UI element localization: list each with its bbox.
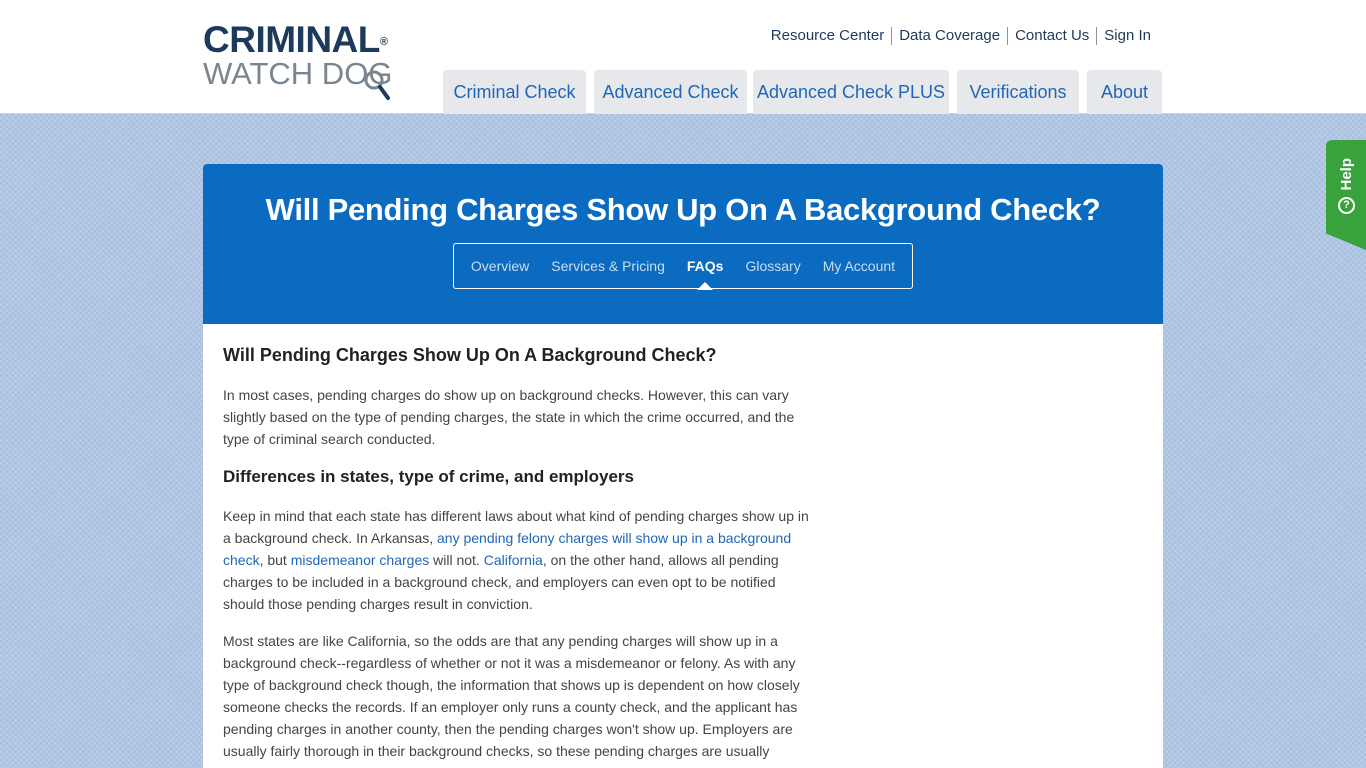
nav-tab-advanced-check-plus[interactable]: Advanced Check PLUS <box>753 70 949 114</box>
nav-tab-criminal-check[interactable]: Criminal Check <box>443 70 586 114</box>
article-heading: Will Pending Charges Show Up On A Backgr… <box>223 345 717 365</box>
question-circle-icon: ? <box>1338 197 1355 214</box>
article-paragraph-3: Most states are like California, so the … <box>223 633 800 759</box>
logo-line1-text: CRIMINAL <box>203 19 380 60</box>
help-label: Help <box>1338 158 1355 191</box>
nav-tab-about[interactable]: About <box>1087 70 1162 114</box>
misdemeanor-charges-link[interactable]: misdemeanor charges <box>291 552 430 568</box>
page-banner: Will Pending Charges Show Up On A Backgr… <box>203 164 1163 324</box>
paragraph-text: will not. <box>429 552 484 568</box>
logo[interactable]: CRIMINAL® WATCH DOG <box>203 19 415 106</box>
subnav-my-account[interactable]: My Account <box>812 258 906 274</box>
article-body: Will Pending Charges Show Up On A Backgr… <box>223 342 818 768</box>
logo-line1: CRIMINAL® <box>203 19 415 60</box>
site-header: CRIMINAL® WATCH DOG Resource Center Data… <box>0 0 1366 114</box>
utility-nav: Resource Center Data Coverage Contact Us… <box>764 26 1158 46</box>
article-intro: In most cases, pending charges do show u… <box>223 387 795 447</box>
article-paragraph-2: Keep in mind that each state has differe… <box>223 505 818 615</box>
subnav-overview[interactable]: Overview <box>460 258 540 274</box>
data-coverage-link[interactable]: Data Coverage <box>892 26 1007 46</box>
article-subheading: Differences in states, type of crime, an… <box>223 467 634 486</box>
subnav-glossary[interactable]: Glossary <box>734 258 811 274</box>
subnav-faqs[interactable]: FAQs <box>676 258 735 290</box>
magnifier-icon <box>364 70 390 100</box>
help-tab[interactable]: Help ? <box>1326 140 1366 250</box>
page-title: Will Pending Charges Show Up On A Backgr… <box>265 192 1101 227</box>
resource-center-link[interactable]: Resource Center <box>764 26 891 46</box>
contact-us-link[interactable]: Contact Us <box>1008 26 1096 46</box>
nav-tab-verifications[interactable]: Verifications <box>957 70 1079 114</box>
content-card: Will Pending Charges Show Up On A Backgr… <box>203 164 1163 768</box>
subnav-services-pricing[interactable]: Services & Pricing <box>540 258 676 274</box>
registered-mark: ® <box>379 36 388 48</box>
nav-tab-advanced-check[interactable]: Advanced Check <box>594 70 747 114</box>
california-link[interactable]: California <box>484 552 543 568</box>
main-nav: Criminal Check Advanced Check Advanced C… <box>443 70 1162 114</box>
logo-line2: WATCH DOG <box>203 58 415 100</box>
section-subnav: Overview Services & Pricing FAQs Glossar… <box>453 243 913 290</box>
paragraph-text: , but <box>259 552 291 568</box>
sign-in-link[interactable]: Sign In <box>1097 26 1158 46</box>
